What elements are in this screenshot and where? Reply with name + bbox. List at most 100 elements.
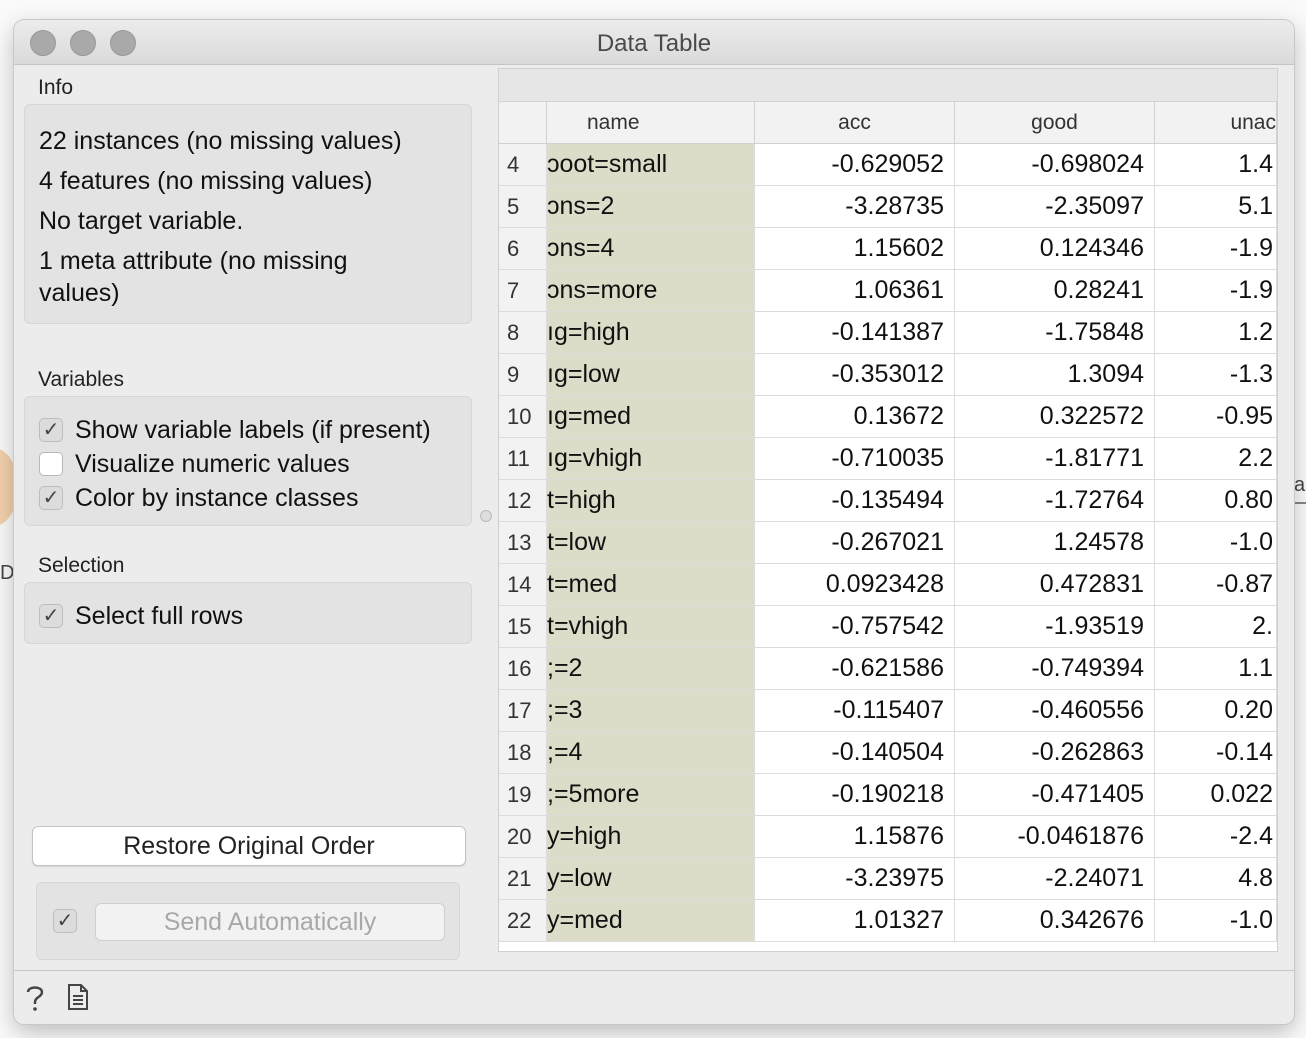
table-row[interactable]: 19 ;=5more -0.190218 -0.471405 0.022 [499,774,1277,816]
cell-acc[interactable]: -0.710035 [755,438,955,480]
cell-name[interactable]: ıg=high [547,312,755,354]
show-variable-labels-option[interactable]: ✓ Show variable labels (if present) [39,415,431,445]
cell-good[interactable]: -0.262863 [955,732,1155,774]
cell-acc[interactable]: -0.190218 [755,774,955,816]
cell-unacc[interactable]: 0.022 [1155,774,1277,816]
row-index[interactable]: 20 [499,816,547,858]
table-row[interactable]: 15 t=vhigh -0.757542 -1.93519 2. [499,606,1277,648]
cell-acc[interactable]: 1.01327 [755,900,955,942]
cell-name[interactable]: t=vhigh [547,606,755,648]
table-row[interactable]: 9 ıg=low -0.353012 1.3094 -1.3 [499,354,1277,396]
cell-unacc[interactable]: -2.4 [1155,816,1277,858]
cell-unacc[interactable]: 1.2 [1155,312,1277,354]
show-variable-labels-checkbox[interactable]: ✓ [39,418,63,442]
row-index[interactable]: 6 [499,228,547,270]
cell-unacc[interactable]: -1.0 [1155,900,1277,942]
table-row[interactable]: 21 y=low -3.23975 -2.24071 4.8 [499,858,1277,900]
cell-name[interactable]: t=med [547,564,755,606]
row-index[interactable]: 10 [499,396,547,438]
table-row[interactable]: 5 ɔns=2 -3.28735 -2.35097 5.1 [499,186,1277,228]
cell-good[interactable]: -1.93519 [955,606,1155,648]
cell-name[interactable]: y=high [547,816,755,858]
column-header-acc[interactable]: acc [755,102,955,144]
row-index[interactable]: 4 [499,144,547,186]
cell-name[interactable]: ɔoot=small [547,144,755,186]
cell-unacc[interactable]: 0.20 [1155,690,1277,732]
cell-name[interactable]: ;=5more [547,774,755,816]
color-by-class-checkbox[interactable]: ✓ [39,486,63,510]
cell-name[interactable]: ;=2 [547,648,755,690]
cell-name[interactable]: t=low [547,522,755,564]
send-automatically-button[interactable]: Send Automatically [95,903,445,941]
cell-good[interactable]: 0.124346 [955,228,1155,270]
cell-unacc[interactable]: -0.95 [1155,396,1277,438]
row-index[interactable]: 18 [499,732,547,774]
table-row[interactable]: 13 t=low -0.267021 1.24578 -1.0 [499,522,1277,564]
cell-unacc[interactable]: 2.2 [1155,438,1277,480]
cell-acc[interactable]: -0.115407 [755,690,955,732]
table-row[interactable]: 11 ıg=vhigh -0.710035 -1.81771 2.2 [499,438,1277,480]
cell-unacc[interactable]: -0.14 [1155,732,1277,774]
cell-acc[interactable]: -0.353012 [755,354,955,396]
cell-name[interactable]: ɔns=more [547,270,755,312]
column-header-good[interactable]: good [955,102,1155,144]
cell-good[interactable]: -1.72764 [955,480,1155,522]
table-row[interactable]: 8 ıg=high -0.141387 -1.75848 1.2 [499,312,1277,354]
cell-name[interactable]: ;=3 [547,690,755,732]
visualize-numeric-option[interactable]: Visualize numeric values [39,449,350,479]
cell-name[interactable]: ;=4 [547,732,755,774]
send-automatically-checkbox[interactable]: ✓ [53,909,77,933]
table-row[interactable]: 20 y=high 1.15876 -0.0461876 -2.4 [499,816,1277,858]
row-index[interactable]: 9 [499,354,547,396]
cell-acc[interactable]: -0.757542 [755,606,955,648]
cell-good[interactable]: 0.342676 [955,900,1155,942]
table-row[interactable]: 14 t=med 0.0923428 0.472831 -0.87 [499,564,1277,606]
cell-acc[interactable]: 0.13672 [755,396,955,438]
corner-header[interactable] [499,102,547,144]
row-index[interactable]: 19 [499,774,547,816]
table-row[interactable]: 16 ;=2 -0.621586 -0.749394 1.1 [499,648,1277,690]
cell-good[interactable]: -0.749394 [955,648,1155,690]
cell-acc[interactable]: -3.28735 [755,186,955,228]
row-index[interactable]: 15 [499,606,547,648]
cell-name[interactable]: ıg=vhigh [547,438,755,480]
cell-good[interactable]: -0.471405 [955,774,1155,816]
cell-unacc[interactable]: 1.1 [1155,648,1277,690]
select-full-rows-checkbox[interactable]: ✓ [39,604,63,628]
row-index[interactable]: 22 [499,900,547,942]
restore-original-order-button[interactable]: Restore Original Order [32,826,466,866]
cell-unacc[interactable]: 0.80 [1155,480,1277,522]
cell-good[interactable]: 0.322572 [955,396,1155,438]
column-header-name[interactable]: name [547,102,755,144]
cell-unacc[interactable]: 4.8 [1155,858,1277,900]
table-row[interactable]: 7 ɔns=more 1.06361 0.28241 -1.9 [499,270,1277,312]
cell-name[interactable]: t=high [547,480,755,522]
table-row[interactable]: 4 ɔoot=small -0.629052 -0.698024 1.4 [499,144,1277,186]
cell-unacc[interactable]: 1.4 [1155,144,1277,186]
table-row[interactable]: 17 ;=3 -0.115407 -0.460556 0.20 [499,690,1277,732]
row-index[interactable]: 16 [499,648,547,690]
cell-good[interactable]: -0.0461876 [955,816,1155,858]
cell-acc[interactable]: -0.621586 [755,648,955,690]
row-index[interactable]: 11 [499,438,547,480]
row-index[interactable]: 14 [499,564,547,606]
cell-good[interactable]: -0.460556 [955,690,1155,732]
row-index[interactable]: 21 [499,858,547,900]
cell-acc[interactable]: -0.140504 [755,732,955,774]
cell-acc[interactable]: 0.0923428 [755,564,955,606]
color-by-class-option[interactable]: ✓ Color by instance classes [39,483,358,513]
cell-acc[interactable]: -0.629052 [755,144,955,186]
cell-good[interactable]: 0.28241 [955,270,1155,312]
cell-acc[interactable]: 1.15602 [755,228,955,270]
cell-good[interactable]: 1.3094 [955,354,1155,396]
table-row[interactable]: 12 t=high -0.135494 -1.72764 0.80 [499,480,1277,522]
cell-acc[interactable]: -0.135494 [755,480,955,522]
cell-good[interactable]: -0.698024 [955,144,1155,186]
cell-acc[interactable]: -0.267021 [755,522,955,564]
cell-good[interactable]: -2.35097 [955,186,1155,228]
cell-name[interactable]: ıg=med [547,396,755,438]
cell-acc[interactable]: -0.141387 [755,312,955,354]
cell-name[interactable]: y=med [547,900,755,942]
cell-unacc[interactable]: -1.9 [1155,228,1277,270]
cell-name[interactable]: y=low [547,858,755,900]
